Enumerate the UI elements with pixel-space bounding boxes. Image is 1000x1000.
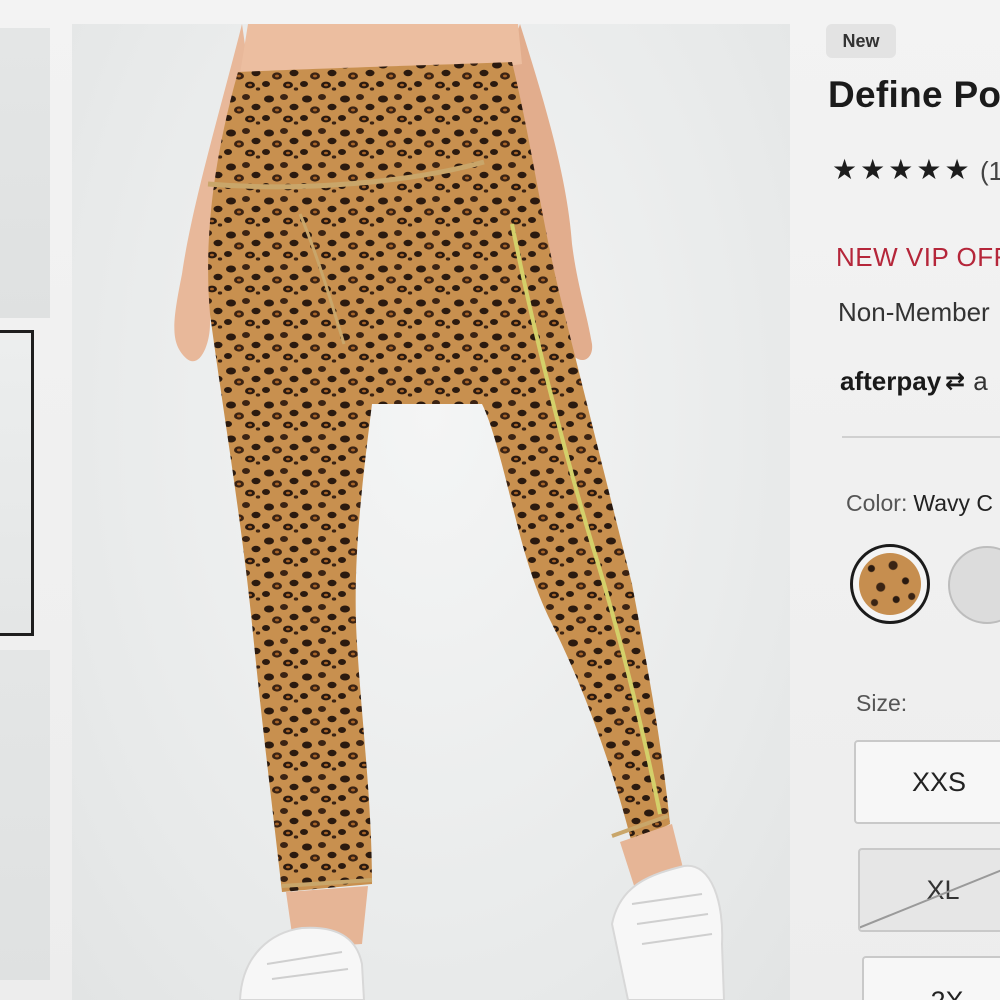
afterpay-info[interactable]: afterpay ⇄ a bbox=[840, 366, 988, 397]
star-icon: ★ bbox=[944, 154, 970, 185]
size-selector-label: Size: bbox=[856, 690, 908, 716]
product-thumbnail[interactable] bbox=[0, 28, 50, 318]
new-badge: New bbox=[826, 24, 896, 58]
color-label: Color: bbox=[846, 490, 908, 516]
product-thumbnail-selected[interactable] bbox=[0, 330, 34, 636]
vip-offer-text: NEW VIP OFFE bbox=[836, 242, 1000, 272]
star-icon: ★ bbox=[916, 154, 942, 185]
product-thumbnail[interactable] bbox=[0, 650, 50, 980]
star-icon: ★ bbox=[832, 154, 858, 185]
color-selector-label: Color: Wavy C bbox=[846, 490, 993, 517]
leggings-photo bbox=[174, 24, 726, 1000]
size-option-2x[interactable]: 2X bbox=[862, 956, 1000, 1000]
afterpay-brand: afterpay bbox=[840, 366, 942, 396]
size-option-xl-unavailable[interactable]: XL bbox=[858, 848, 1000, 932]
size-option-label: 2X bbox=[930, 986, 963, 1000]
review-count[interactable]: (1 bbox=[980, 156, 1000, 187]
size-option-label: XXS bbox=[911, 766, 967, 797]
product-page: New Define Po ★ ★ ★ ★ ★ (1 NEW VIP OFFE … bbox=[0, 0, 1000, 1000]
size-option-xxs[interactable]: XXS bbox=[854, 740, 1000, 824]
star-icon: ★ bbox=[888, 154, 914, 185]
afterpay-text: a bbox=[973, 366, 988, 396]
leopard-swatch-pattern bbox=[859, 553, 921, 615]
product-main-image[interactable] bbox=[72, 24, 790, 1000]
afterpay-arrows-icon: ⇄ bbox=[945, 368, 966, 395]
thumbnail-strip bbox=[0, 0, 56, 1000]
product-title: Define Po bbox=[828, 74, 1000, 115]
non-member-price-label: Non-Member bbox=[838, 297, 990, 327]
star-icon: ★ bbox=[860, 154, 886, 185]
rating-stars[interactable]: ★ ★ ★ ★ ★ bbox=[832, 156, 970, 184]
color-swatch-leopard-selected[interactable] bbox=[850, 544, 930, 624]
selected-color-name: Wavy C bbox=[913, 490, 994, 516]
section-divider bbox=[842, 436, 1000, 438]
